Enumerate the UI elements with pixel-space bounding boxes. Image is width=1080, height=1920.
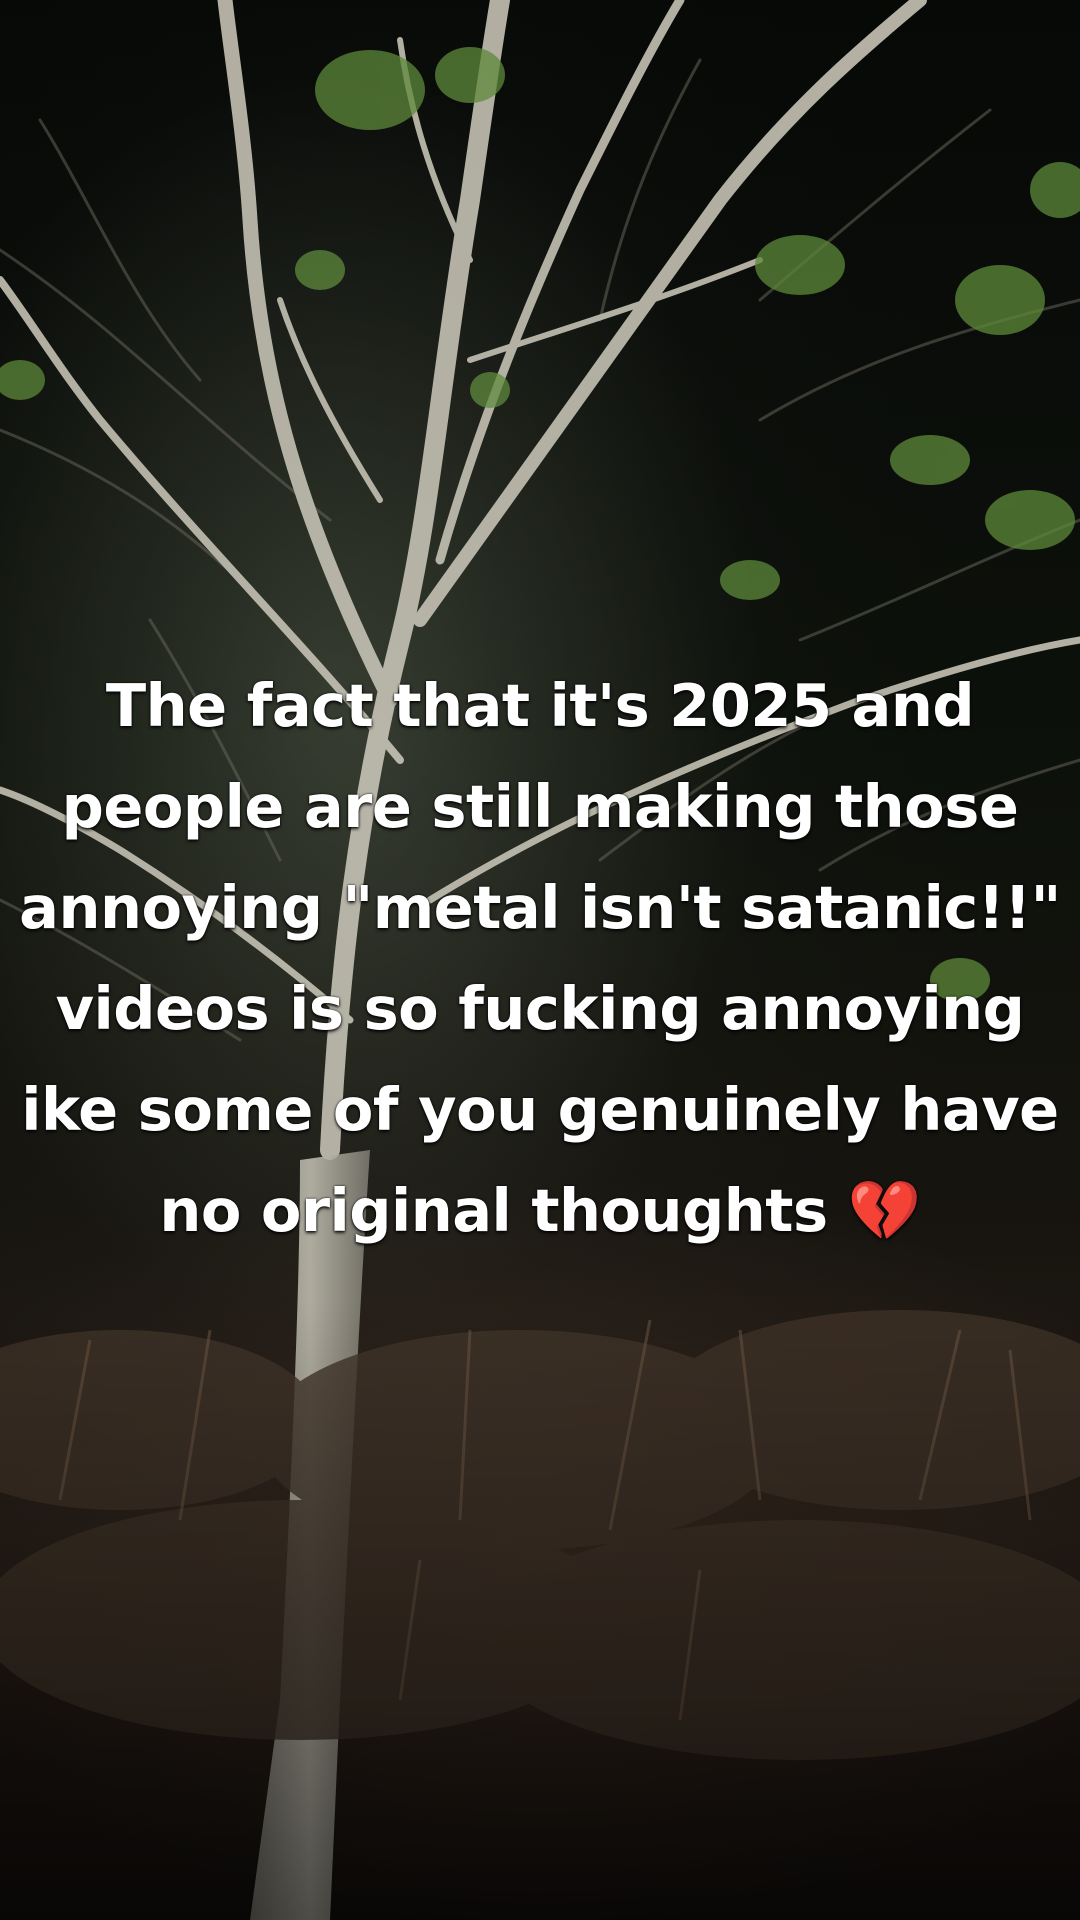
caption-line-3: annoying "metal isn't satanic!!" xyxy=(19,873,1061,942)
caption-line-6: no original thoughts 💔 xyxy=(0,1160,1080,1261)
caption-line-4: videos is so fucking annoying xyxy=(55,974,1025,1043)
caption-line-2: people are still making those xyxy=(61,772,1019,841)
bottom-shadow xyxy=(0,1300,1080,1920)
caption-line-5: ike some of you genuinely have xyxy=(21,1075,1059,1144)
caption-line-6-text: no original thoughts xyxy=(159,1176,828,1245)
video-frame: The fact that it's 2025 and people are s… xyxy=(0,0,1080,1920)
broken-heart-icon: 💔 xyxy=(847,1176,921,1245)
caption-line-1: The fact that it's 2025 and xyxy=(105,671,975,740)
caption-overlay: The fact that it's 2025 and people are s… xyxy=(0,655,1080,1261)
